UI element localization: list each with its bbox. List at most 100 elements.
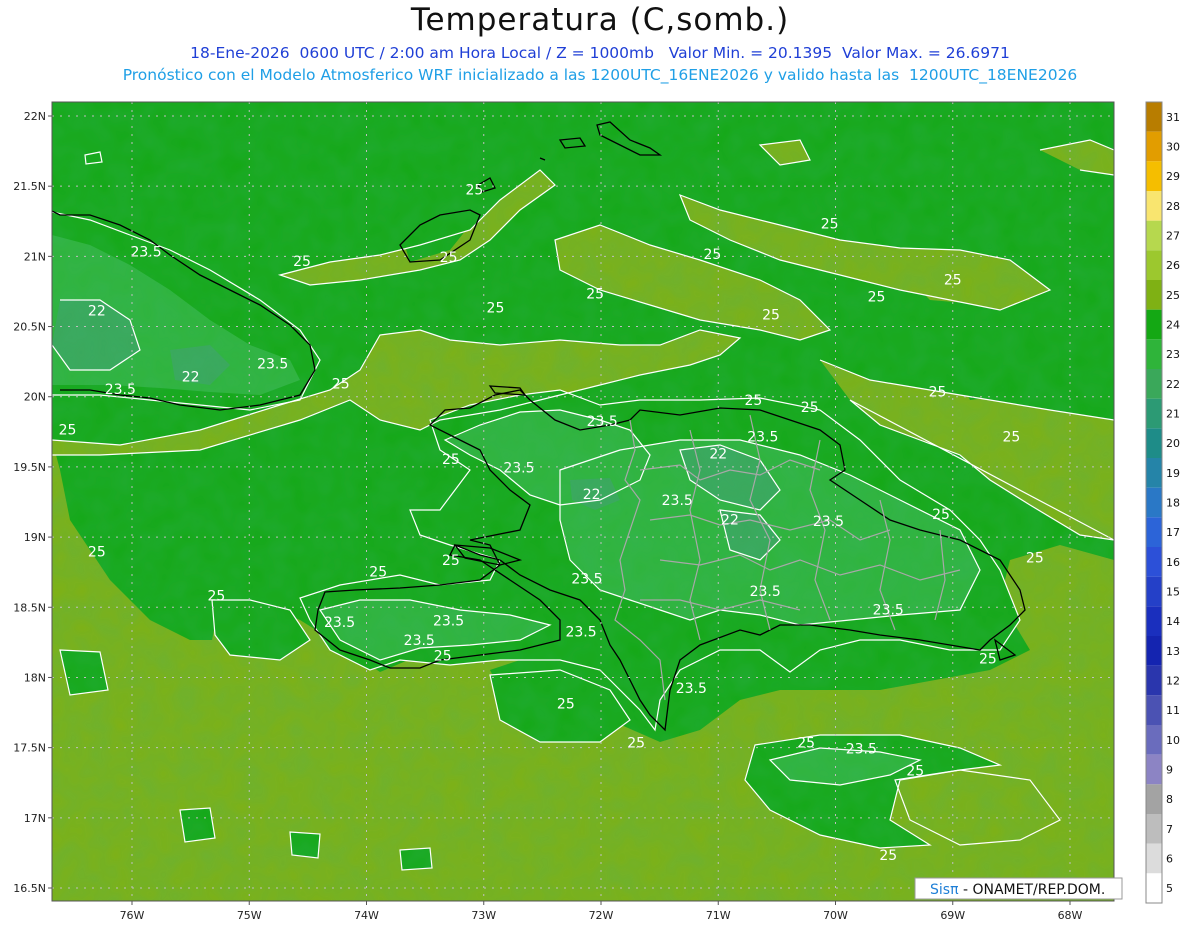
contour-label: 25 — [442, 452, 460, 468]
credit-box: Sisπ - ONAMET/REP.DOM. — [914, 877, 1123, 900]
contour-label: 22 — [583, 487, 601, 503]
colorbar-swatch — [1146, 784, 1162, 814]
temperature-map: 23.5 22 22 23.5 23.5 25 25 25 25 25 25 25 25 25 25 25 25… — [13, 101, 1180, 922]
colorbar-swatch — [1146, 843, 1162, 874]
lat-tick-label: 22N — [24, 110, 46, 123]
lon-tick-label: 75W — [237, 909, 262, 922]
colorbar-swatch — [1146, 280, 1162, 310]
colorbar-label: 29 — [1166, 170, 1180, 183]
lon-tick-label: 70W — [823, 909, 848, 922]
contour-label: 22 — [182, 369, 200, 385]
colorbar-label: 21 — [1166, 408, 1180, 421]
contour-label: 25 — [929, 385, 947, 401]
lon-tick-label: 73W — [471, 909, 496, 922]
contour-label: 23.5 — [130, 244, 161, 260]
contour-label: 25 — [627, 736, 645, 752]
colorbar-label: 15 — [1166, 586, 1180, 599]
colorbar-swatch — [1146, 250, 1162, 280]
colorbar-label: 5 — [1166, 882, 1173, 895]
colorbar-swatch — [1146, 695, 1162, 725]
contour-label: 23.5 — [571, 571, 602, 587]
lon-tick-label: 68W — [1058, 909, 1083, 922]
contour-label: 25 — [868, 289, 886, 305]
contour-label: 25 — [801, 400, 819, 416]
colorbar-swatch — [1146, 576, 1162, 607]
contour-label: 23.5 — [676, 681, 707, 697]
contour-label: 22 — [88, 303, 106, 319]
lon-tick-label: 71W — [706, 909, 731, 922]
contour-label: 23.5 — [105, 382, 136, 398]
colorbar-label: 12 — [1166, 675, 1180, 688]
colorbar-label: 17 — [1166, 526, 1180, 539]
colorbar-label: 19 — [1166, 467, 1180, 480]
contour-label: 25 — [465, 183, 483, 199]
contour-label: 23.5 — [433, 614, 464, 630]
colorbar-label: 27 — [1166, 230, 1180, 243]
colorbar-swatch — [1146, 131, 1162, 162]
colorbar-swatch — [1146, 517, 1162, 547]
credit-sis: Sisπ — [930, 882, 959, 898]
colorbar: 31 30 29 28 27 26 25 24 23 22 21 20 19 18 17 16 15 14 13 12… — [1145, 101, 1180, 904]
colorbar-swatch — [1146, 369, 1162, 399]
colorbar-swatch — [1146, 665, 1162, 696]
colorbar-label: 28 — [1166, 200, 1180, 213]
lat-tick-label: 20.5N — [13, 321, 46, 334]
contour-label: 25 — [979, 651, 997, 667]
colorbar-swatch — [1146, 161, 1162, 191]
contour-label: 23.5 — [873, 602, 904, 618]
colorbar-swatch — [1146, 458, 1162, 488]
contour-label: 25 — [88, 545, 106, 561]
colorbar-swatch — [1146, 309, 1162, 340]
contour-label: 23.5 — [747, 430, 778, 446]
colorbar-label: 10 — [1166, 734, 1180, 747]
contour-label: 25 — [557, 696, 575, 712]
colorbar-label: 13 — [1166, 645, 1180, 658]
contour-label: 23.5 — [503, 461, 534, 477]
contour-label: 23.5 — [587, 414, 618, 430]
colorbar-label: 24 — [1166, 319, 1180, 332]
lon-tick-label: 72W — [589, 909, 614, 922]
lat-tick-label: 19N — [24, 531, 46, 544]
lat-tick-label: 18N — [24, 671, 46, 684]
contour-label: 23.5 — [846, 741, 877, 757]
colorbar-swatch — [1146, 398, 1162, 429]
lat-tick-label: 20N — [24, 391, 46, 404]
colorbar-swatch — [1146, 814, 1162, 844]
contour-label: 23.5 — [257, 357, 288, 373]
lon-tick-label: 69W — [940, 909, 965, 922]
colorbar-label: 25 — [1166, 289, 1180, 302]
colorbar-swatch — [1146, 725, 1162, 755]
contour-label: 25 — [442, 553, 460, 569]
colorbar-label: 7 — [1166, 823, 1173, 836]
contour-label: 23.5 — [750, 584, 781, 600]
lat-tick-label: 21.5N — [13, 180, 46, 193]
colorbar-swatch — [1146, 754, 1162, 785]
colorbar-label: 6 — [1166, 853, 1173, 866]
contour-label: 23.5 — [813, 514, 844, 530]
contour-label: 25 — [487, 301, 505, 317]
credit-agency: - ONAMET/REP.DOM. — [959, 882, 1106, 898]
colorbar-label: 23 — [1166, 348, 1180, 361]
temperature-fields — [52, 102, 1114, 901]
lat-tick-label: 18.5N — [13, 601, 46, 614]
colorbar-label: 31 — [1166, 111, 1180, 124]
contour-label: 23.5 — [662, 493, 693, 509]
lon-tick-label: 74W — [354, 909, 379, 922]
contour-label: 22 — [721, 512, 739, 528]
contour-label: 25 — [440, 250, 458, 266]
contour-label: 25 — [1026, 550, 1044, 566]
colorbar-swatch — [1146, 873, 1162, 903]
contour-label: 25 — [932, 507, 950, 523]
latitude-labels: 22N 21.5N 21N 20.5N 20N 19.5N 19N 18.5N 18N 17.5N… — [13, 110, 46, 895]
colorbar-label: 22 — [1166, 378, 1180, 391]
colorbar-swatch — [1146, 191, 1162, 221]
contour-label: 23.5 — [565, 625, 596, 641]
colorbar-swatch — [1146, 487, 1162, 518]
longitude-labels: 76W 75W 74W 73W 72W 71W 70W 69W 68W — [120, 909, 1083, 922]
colorbar-label: 14 — [1166, 615, 1180, 628]
colorbar-swatch — [1146, 636, 1162, 666]
colorbar-label: 16 — [1166, 556, 1180, 569]
colorbar-swatch — [1146, 606, 1162, 636]
lon-tick-label: 76W — [120, 909, 145, 922]
colorbar-swatch — [1146, 547, 1162, 577]
